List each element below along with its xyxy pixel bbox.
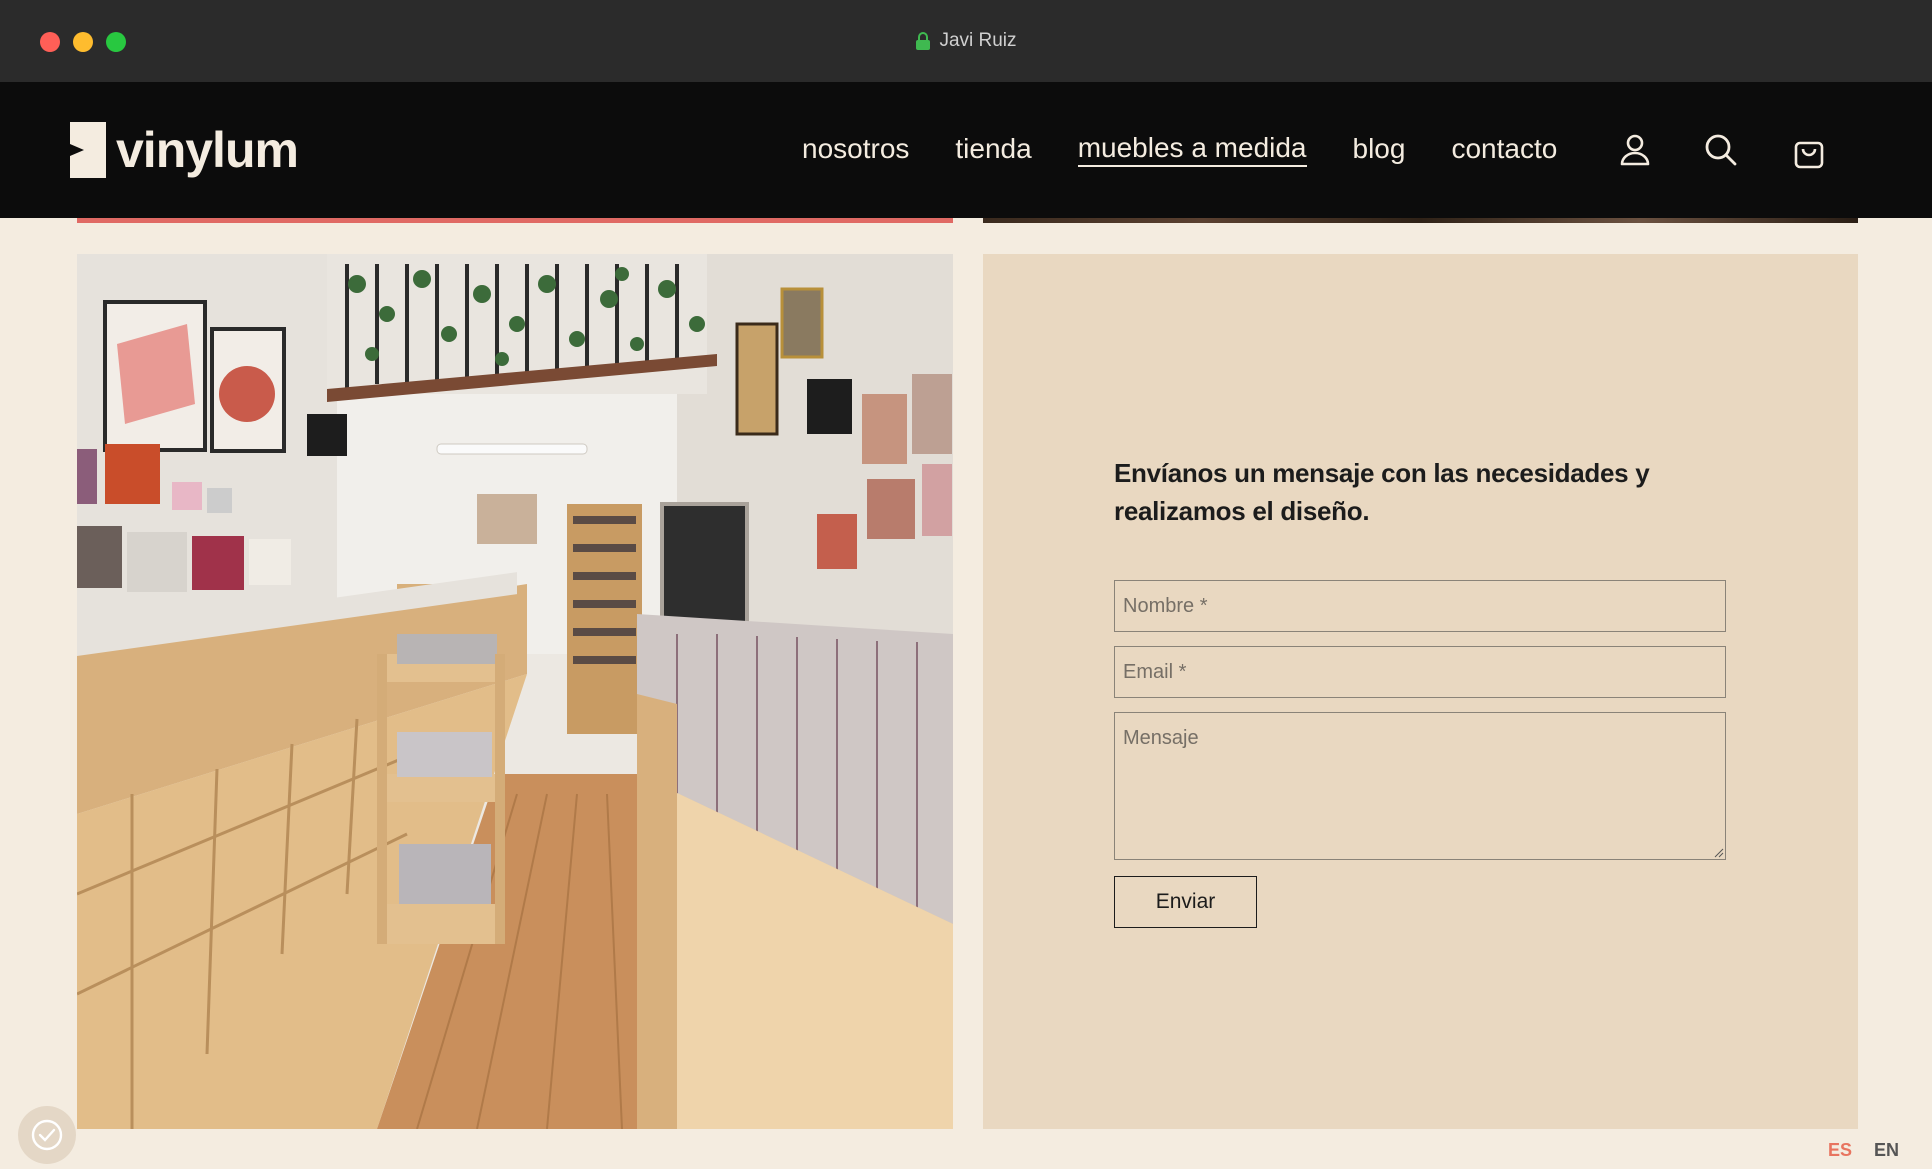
browser-titlebar: Javi Ruiz: [0, 0, 1932, 82]
main-nav: nosotros tienda muebles a medida blog co…: [802, 130, 1603, 168]
previous-section-strip: [77, 218, 953, 223]
cart-icon[interactable]: [1791, 136, 1827, 172]
contact-form-panel: Envíanos un mensaje con las necesidades …: [983, 254, 1858, 1129]
search-icon[interactable]: [1703, 132, 1739, 168]
cookie-consent-button[interactable]: [18, 1106, 76, 1164]
browser-tab: Javi Ruiz: [0, 0, 1932, 82]
user-icon[interactable]: [1617, 132, 1653, 168]
resize-grip-icon[interactable]: [1714, 848, 1724, 858]
previous-image-strip: [983, 218, 1858, 223]
nav-item-contacto[interactable]: contacto: [1451, 130, 1557, 168]
record-store-photo: [77, 254, 953, 1129]
language-option-es[interactable]: ES: [1828, 1140, 1852, 1161]
brand-logo[interactable]: vinylum: [70, 122, 299, 178]
nav-item-nosotros[interactable]: nosotros: [802, 130, 909, 168]
browser-tab-title: Javi Ruiz: [939, 30, 1017, 51]
name-input[interactable]: [1114, 580, 1726, 632]
nav-item-muebles-a-medida[interactable]: muebles a medida: [1077, 131, 1307, 167]
site-header: vinylum nosotros tienda muebles a medida…: [0, 82, 1932, 218]
nav-item-tienda[interactable]: tienda: [955, 130, 1031, 168]
form-heading: Envíanos un mensaje con las necesidades …: [1114, 458, 1650, 526]
lock-icon: [916, 32, 931, 50]
language-option-en[interactable]: EN: [1874, 1140, 1899, 1161]
submit-button[interactable]: Enviar: [1114, 876, 1257, 928]
nav-item-blog[interactable]: blog: [1353, 130, 1406, 168]
email-input[interactable]: [1114, 646, 1726, 698]
message-textarea[interactable]: [1114, 712, 1726, 860]
cookie-consent-icon: [31, 1119, 63, 1151]
brand-name: vinylum: [116, 122, 299, 178]
record-store-illustration: [77, 254, 953, 1129]
logo-mark-icon: [70, 122, 106, 178]
